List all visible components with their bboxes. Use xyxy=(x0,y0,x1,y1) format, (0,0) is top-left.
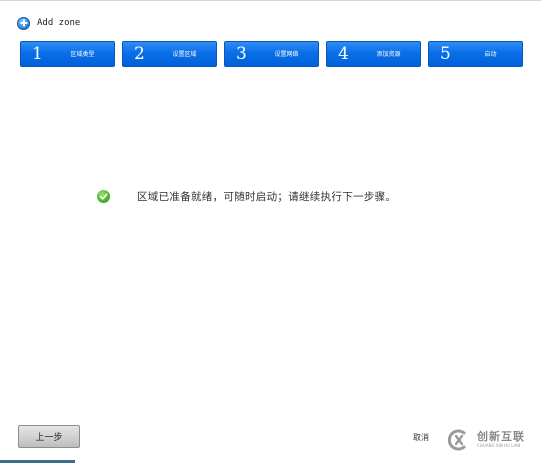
ready-message-text: 区域已准备就绪，可随时启动；请继续执行下一步骤。 xyxy=(137,191,397,203)
step-label: 启动 xyxy=(484,51,497,58)
brand-logo-icon xyxy=(445,427,471,453)
step-label: 区域类型 xyxy=(70,51,95,58)
add-zone-dialog: Add zone 1 区域类型 2 设置区域 3 设置网络 4 添加资源 5 启… xyxy=(0,0,541,463)
step-label: 添加资源 xyxy=(376,51,401,58)
step-number: 5 xyxy=(440,44,451,64)
step-number: 1 xyxy=(32,44,43,64)
step-number: 2 xyxy=(134,44,145,64)
brand-name-en: CHUANG XIN HU LIAN xyxy=(477,443,521,448)
wizard-steps: 1 区域类型 2 设置区域 3 设置网络 4 添加资源 5 启动 xyxy=(20,41,523,67)
ready-message: 区域已准备就绪，可随时启动；请继续执行下一步骤。 xyxy=(97,189,396,204)
wizard-step-3[interactable]: 3 设置网络 xyxy=(224,41,319,67)
previous-step-button[interactable]: 上一步 xyxy=(18,425,80,448)
step-number: 4 xyxy=(338,44,349,64)
wizard-step-1[interactable]: 1 区域类型 xyxy=(20,41,115,67)
brand-text: 创新互联 CHUANG XIN HU LIAN xyxy=(477,430,525,449)
cancel-button[interactable]: 取消 xyxy=(413,432,429,443)
brand-name-cn: 创新互联 xyxy=(477,430,525,443)
add-circle-icon xyxy=(17,16,30,30)
wizard-step-2[interactable]: 2 设置区域 xyxy=(122,41,217,67)
watermark-logo: 创新互联 CHUANG XIN HU LIAN xyxy=(437,416,541,463)
step-number: 3 xyxy=(236,44,247,64)
dialog-title: Add zone xyxy=(37,18,81,28)
dialog-header: Add zone xyxy=(17,15,80,31)
step-label: 设置网络 xyxy=(274,51,299,58)
check-circle-icon xyxy=(97,190,110,203)
wizard-step-5[interactable]: 5 启动 xyxy=(428,41,523,67)
wizard-step-4[interactable]: 4 添加资源 xyxy=(326,41,421,67)
step-label: 设置区域 xyxy=(172,51,197,58)
